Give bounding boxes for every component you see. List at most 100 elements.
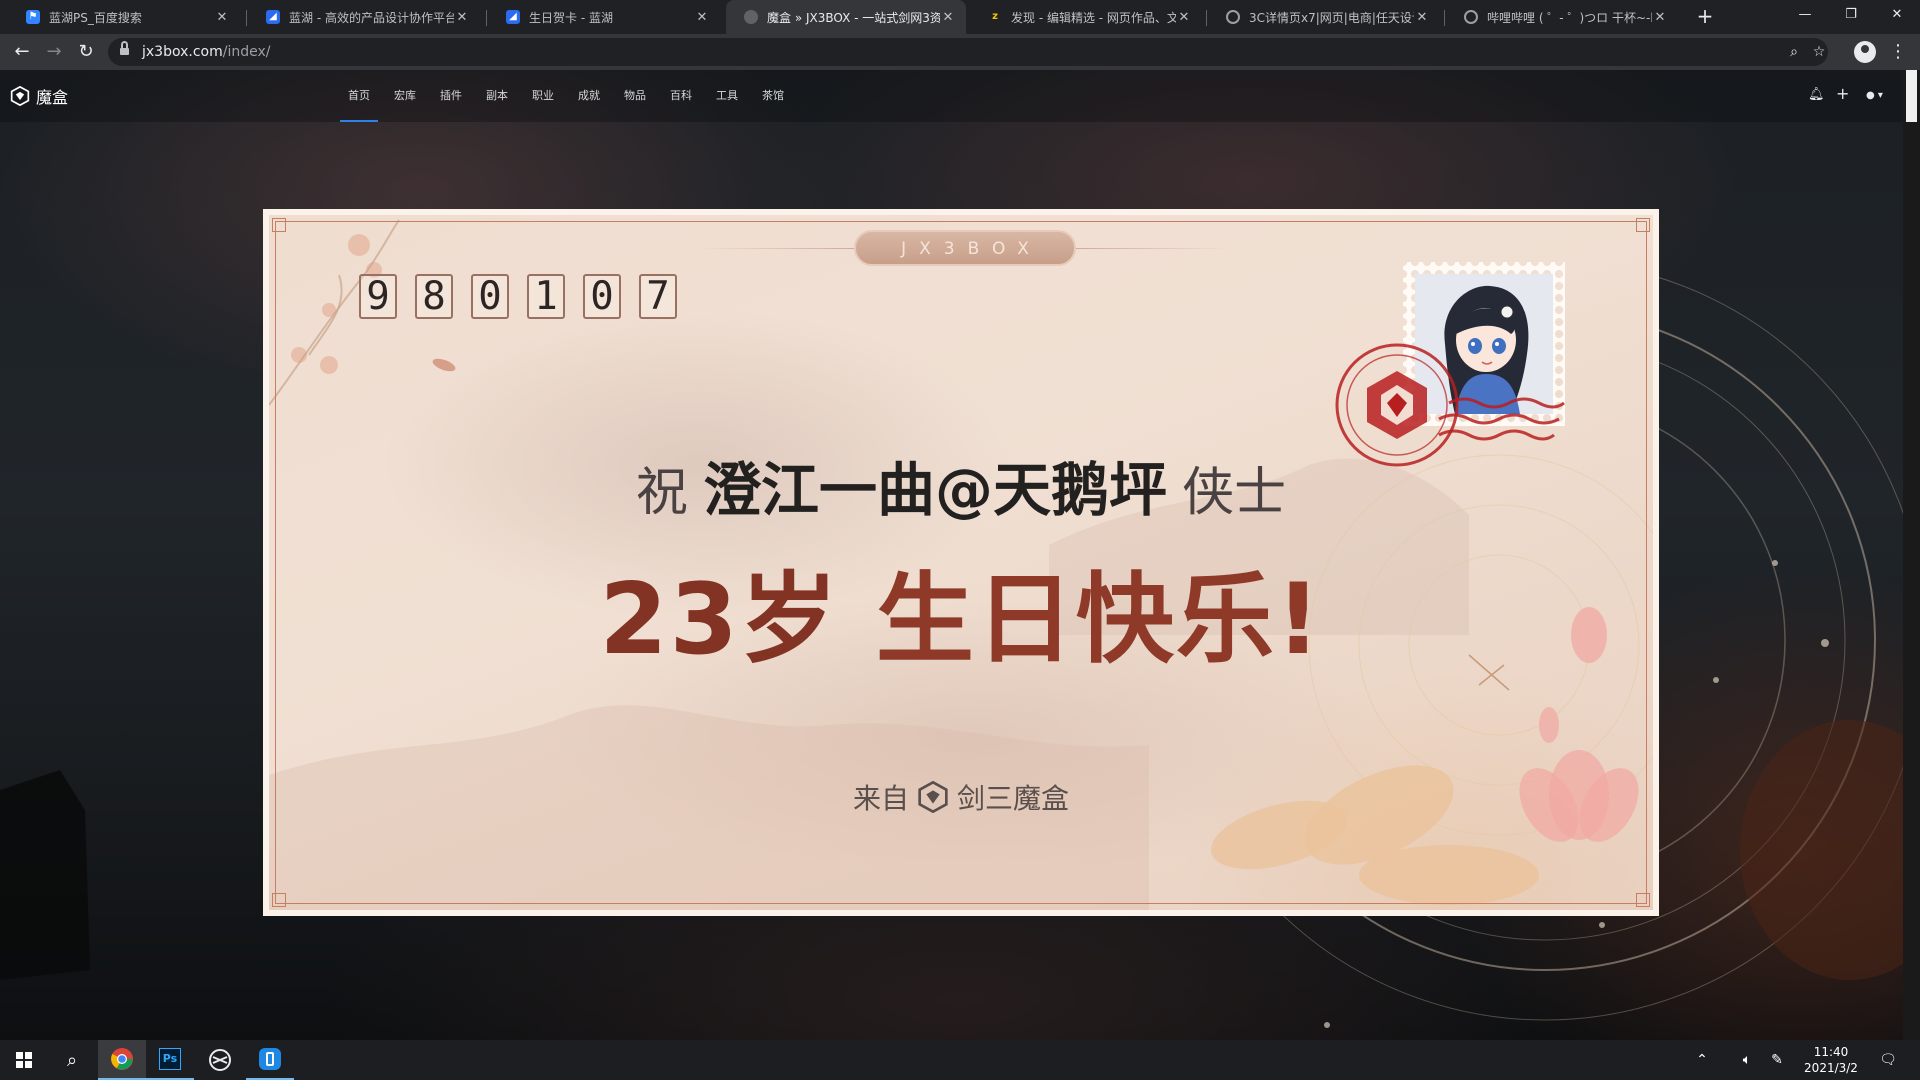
menu-item-classes[interactable]: 职业 [520,70,566,122]
browser-menu-icon[interactable]: ⋮ [1888,38,1908,66]
bell-icon[interactable]: 🔔︎ [1808,87,1825,102]
show-hidden-icons[interactable]: ⌃ [1690,1040,1714,1080]
minimize-icon[interactable]: — [1782,0,1828,34]
site-menu: 首页 宏库 插件 副本 职业 成就 物品 百科 工具 茶馆 [336,70,796,122]
close-tab-icon[interactable]: ✕ [1176,10,1192,25]
tab-title: 魔盒 » JX3BOX - 一站式剑网3资 [767,10,940,25]
scrollbar-thumb[interactable] [1906,70,1917,122]
tab-lanhu-home[interactable]: ◢ 蓝湖 - 高效的产品设计协作平台 ✕ [248,0,480,34]
menu-item-macros[interactable]: 宏库 [382,70,428,122]
globe-favicon-icon [1226,10,1240,24]
menu-item-plugins[interactable]: 插件 [428,70,474,122]
address-bar[interactable]: jx3box.com/index/ ⌕ ☆ [108,38,1828,66]
site-logo-text: 魔盒 [36,88,69,107]
digit-box: 0 [471,274,509,319]
birthday-age: 23岁 [599,563,840,677]
bilibili-favicon-icon [1464,10,1478,24]
jx3box-ribbon: JX3BOX [854,230,1076,266]
photoshop-icon: Ps [159,1048,181,1070]
digit-box: 7 [639,274,677,319]
lanhu-favicon-icon: ◢ [266,10,280,24]
lanhu-app-icon [209,1049,231,1071]
tab-jx3box[interactable]: 魔盒 » JX3BOX - 一站式剑网3资 ✕ [726,0,966,34]
site-logo[interactable]: 魔盒 [10,84,68,108]
search-icon: ⌕ [66,1049,78,1071]
close-tab-icon[interactable]: ✕ [1652,10,1668,25]
lock-icon[interactable] [120,41,129,57]
zcool-favicon-icon: z [992,11,998,22]
close-tab-icon[interactable]: ✕ [1414,10,1430,25]
taskbar-phone-app[interactable] [246,1040,294,1080]
from-prefix: 来自 [852,782,909,815]
browser-tab-strip: ⚑ 蓝湖PS_百度搜索 ✕ ◢ 蓝湖 - 高效的产品设计协作平台 ✕ ◢ 生日贺… [0,0,1920,34]
taskbar-chrome[interactable] [98,1040,146,1080]
birthday-message: 生日快乐! [875,563,1323,677]
phone-app-icon [259,1048,281,1070]
search-button[interactable]: ⌕ [48,1040,96,1080]
greeting-line: 祝 澄江一曲@天鹅坪 侠士 [269,443,1653,527]
windows-icon [16,1052,32,1068]
tab-lanhu-card[interactable]: ◢ 生日贺卡 - 蓝湖 ✕ [488,0,720,34]
jx3box-favicon-icon [744,10,758,24]
tab-title: 蓝湖PS_百度搜索 [49,10,142,25]
menu-item-dungeons[interactable]: 副本 [474,70,520,122]
menu-item-tools[interactable]: 工具 [704,70,750,122]
forward-button[interactable]: → [40,38,68,66]
menu-item-achievements[interactable]: 成就 [566,70,612,122]
digit-box: 0 [583,274,621,319]
menu-item-wiki[interactable]: 百科 [658,70,704,122]
sender-line: 来自 剑三魔盒 [269,777,1653,817]
jx3box-logo-icon [918,781,948,813]
profile-avatar-icon[interactable] [1854,41,1876,63]
tab-bilibili[interactable]: 哔哩哔哩 ( ゜- ゜)つロ 干杯~-bili ✕ [1446,0,1678,34]
tab-title: 哔哩哔哩 ( ゜- ゜)つロ 干杯~-bili [1487,10,1652,25]
add-icon[interactable]: + [1836,84,1849,103]
taskbar-photoshop[interactable]: Ps [146,1040,194,1080]
pen-ink-icon[interactable]: ✎ [1765,1040,1789,1080]
greeting-prefix: 祝 [635,463,688,523]
page-scrollbar[interactable] [1903,70,1920,1040]
close-tab-icon[interactable]: ✕ [940,10,956,25]
tab-3c-detail[interactable]: 3C详情页x7|网页|电商|任天设计 ✕ [1208,0,1440,34]
window-controls: — ❐ ✕ [1782,0,1920,34]
tab-baidu[interactable]: ⚑ 蓝湖PS_百度搜索 ✕ [8,0,240,34]
windows-taskbar: ⌕ Ps ⌃ 🔈︎ ✎ 11:40 2021/3/2 🗨︎ [0,1040,1920,1080]
system-clock[interactable]: 11:40 2021/3/2 [1796,1044,1866,1076]
zoom-icon[interactable]: ⌕ [1783,41,1805,63]
close-tab-icon[interactable]: ✕ [694,10,710,25]
ribbon-text: JX3BOX [901,239,1042,259]
menu-item-home[interactable]: 首页 [336,70,382,122]
greeting-suffix: 侠士 [1182,463,1287,523]
digit-box: 1 [527,274,565,319]
menu-item-teahouse[interactable]: 茶馆 [750,70,796,122]
chrome-icon [111,1048,133,1070]
new-tab-button[interactable]: + [1693,0,1717,34]
lanhu-favicon-icon: ◢ [506,10,520,24]
reload-button[interactable]: ↻ [72,38,100,66]
close-tab-icon[interactable]: ✕ [454,10,470,25]
back-button[interactable]: ← [8,38,36,66]
taskbar-lanhu[interactable] [196,1040,244,1080]
tab-title: 3C详情页x7|网页|电商|任天设计 [1249,10,1414,25]
card-paper: JX3BOX 9 8 0 1 0 7 祝 澄江一曲@天鹅坪 侠士 23岁 生日快… [269,215,1653,910]
url-text[interactable]: jx3box.com/index/ [142,44,271,60]
close-tab-icon[interactable]: ✕ [214,10,230,25]
tab-zcool[interactable]: z 发现 - 编辑精选 - 网页作品、文 ✕ [970,0,1202,34]
menu-item-items[interactable]: 物品 [612,70,658,122]
user-menu-icon[interactable]: ● ▾ [1866,90,1883,101]
birthday-headline: 23岁 生日快乐! [269,540,1653,682]
recipient-name: 澄江一曲@天鹅坪 [702,456,1167,524]
start-button[interactable] [0,1040,48,1080]
site-navbar: 魔盒 首页 宏库 插件 副本 职业 成就 物品 百科 工具 茶馆 🔔︎ + ● … [0,70,1903,122]
close-window-icon[interactable]: ✕ [1874,0,1920,34]
restore-icon[interactable]: ❐ [1828,0,1874,34]
page-viewport: 魔盒 首页 宏库 插件 副本 职业 成就 物品 百科 工具 茶馆 🔔︎ + ● … [0,70,1920,1040]
postal-code-digits: 9 8 0 1 0 7 [359,274,695,319]
jx3box-logo-icon [10,86,30,106]
tab-title: 生日贺卡 - 蓝湖 [529,10,613,25]
digit-box: 9 [359,274,397,319]
notification-center-icon[interactable]: 🗨︎ [1874,1040,1902,1080]
bookmark-star-icon[interactable]: ☆ [1808,41,1830,63]
volume-icon[interactable]: 🔈︎ [1735,1040,1759,1080]
browser-toolbar: ← → ↻ jx3box.com/index/ ⌕ ☆ ⋮ [0,34,1920,70]
